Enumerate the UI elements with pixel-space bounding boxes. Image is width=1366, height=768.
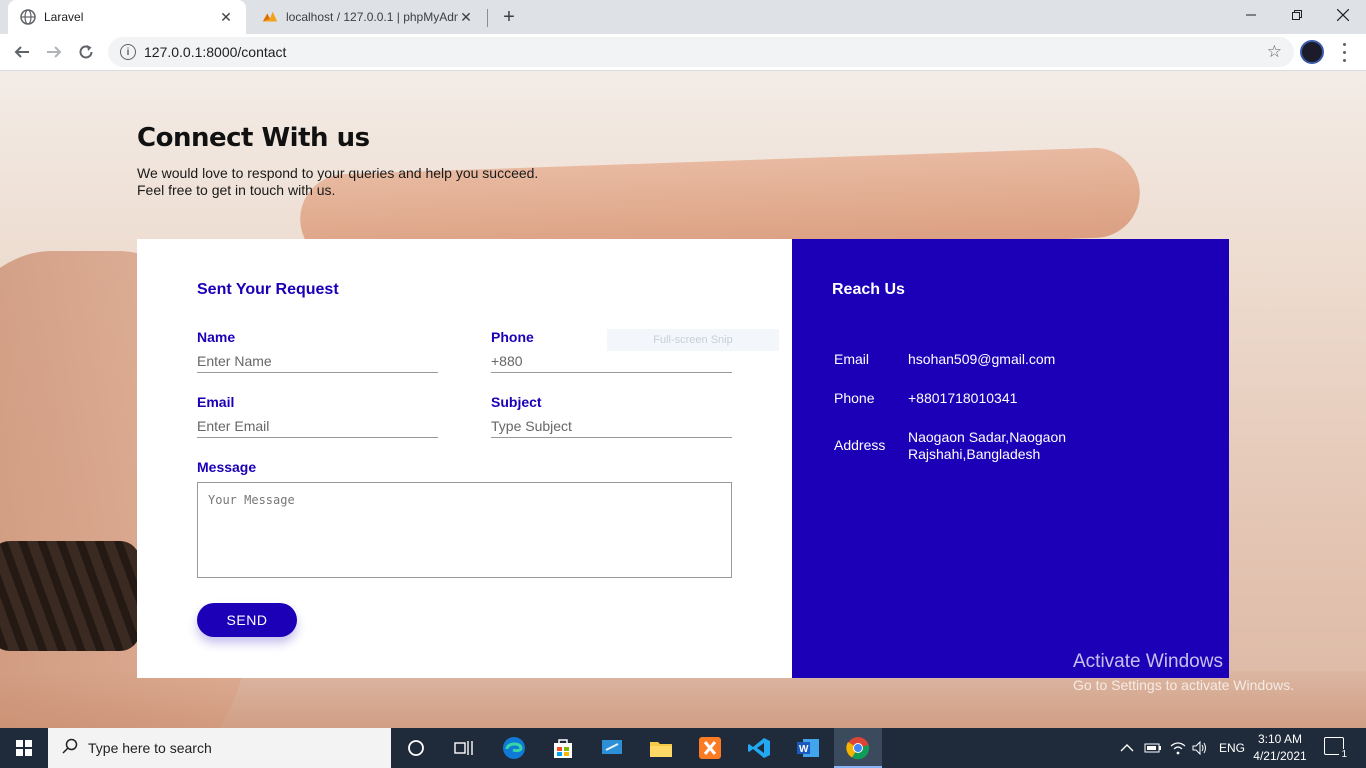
name-label: Name: [197, 329, 236, 345]
reach-email-label: Email: [834, 351, 870, 367]
notification-center-icon[interactable]: 1: [1324, 737, 1349, 760]
reach-phone-value: +8801718010341: [908, 390, 1018, 406]
windows-logo-icon: [16, 740, 32, 756]
windows-taskbar: Type here to search W ENG 3:10 AM 4/21/2…: [0, 728, 1366, 768]
battery-icon[interactable]: [1144, 728, 1162, 768]
address-line: Rajshahi,Bangladesh: [908, 446, 1041, 462]
store-icon[interactable]: [547, 732, 579, 764]
svg-text:W: W: [799, 744, 809, 755]
url-text: 127.0.0.1:8000/contact: [144, 44, 287, 60]
taskbar-search[interactable]: Type here to search: [48, 728, 391, 768]
subject-label: Subject: [491, 394, 542, 410]
email-input[interactable]: [197, 414, 438, 438]
cortana-icon[interactable]: [400, 732, 432, 764]
tab-close-icon[interactable]: ✕: [218, 9, 234, 25]
snip-overlay: Full-screen Snip: [607, 329, 779, 351]
form-title: Sent Your Request: [197, 281, 339, 298]
remote-desktop-icon[interactable]: [596, 732, 628, 764]
globe-icon: [20, 9, 36, 25]
watermark-title: Activate Windows: [1073, 651, 1223, 672]
reach-address-label: Address: [834, 437, 886, 453]
tab-separator: [487, 9, 488, 27]
start-button[interactable]: [0, 728, 48, 768]
reach-phone-label: Phone: [834, 390, 875, 406]
reach-email-value: hsohan509@gmail.com: [908, 351, 1056, 367]
phpmyadmin-icon: [262, 9, 278, 25]
edge-icon[interactable]: [498, 732, 530, 764]
background-bracelet: [0, 541, 140, 651]
tab-laravel[interactable]: Laravel ✕: [8, 0, 246, 34]
clock-date: 4/21/2021: [1253, 749, 1307, 763]
message-textarea[interactable]: [197, 482, 732, 578]
search-placeholder: Type here to search: [88, 740, 212, 756]
bookmark-star-icon[interactable]: ☆: [1267, 42, 1282, 62]
taskbar-clock[interactable]: 3:10 AM 4/21/2021: [1248, 731, 1312, 765]
back-button[interactable]: [8, 38, 36, 66]
email-label: Email: [197, 394, 235, 410]
browser-menu-icon[interactable]: [1338, 40, 1350, 64]
wifi-icon[interactable]: [1170, 728, 1186, 768]
profile-avatar-icon[interactable]: [1300, 40, 1324, 64]
contact-page: Connect With us We would love to respond…: [0, 71, 1366, 728]
tab-title: Laravel: [44, 10, 84, 24]
minimize-button[interactable]: [1228, 0, 1274, 30]
contact-form-card: Sent Your Request Name Phone Full-screen…: [137, 239, 792, 678]
reach-address-value: Naogaon Sadar,Naogaon Rajshahi,Banglades…: [908, 429, 1066, 463]
intro-line: We would love to respond to your queries…: [137, 165, 539, 181]
forward-button[interactable]: [40, 38, 68, 66]
vscode-icon[interactable]: [743, 732, 775, 764]
intro-line: Feel free to get in touch with us.: [137, 182, 336, 198]
name-input[interactable]: [197, 349, 438, 373]
task-view-icon[interactable]: [448, 732, 480, 764]
xampp-icon[interactable]: [694, 732, 726, 764]
volume-icon[interactable]: [1192, 728, 1208, 768]
show-hidden-icons[interactable]: [1120, 728, 1134, 768]
address-line: Naogaon Sadar,Naogaon: [908, 429, 1067, 445]
new-tab-button[interactable]: +: [498, 6, 520, 28]
tab-phpmyadmin[interactable]: localhost / 127.0.0.1 | phpMyAdm ✕: [250, 0, 486, 34]
send-button[interactable]: SEND: [197, 603, 297, 637]
reach-us-card: Reach Us Email hsohan509@gmail.com Phone…: [792, 239, 1229, 678]
close-window-button[interactable]: [1320, 0, 1366, 30]
search-icon: [62, 738, 78, 759]
browser-toolbar: i 127.0.0.1:8000/contact ☆: [0, 34, 1366, 71]
intro-text: We would love to respond to your queries…: [137, 165, 538, 199]
tab-close-icon[interactable]: ✕: [458, 9, 474, 25]
page-title: Connect With us: [137, 123, 370, 153]
notification-count: 1: [1339, 749, 1349, 760]
chrome-icon[interactable]: [842, 732, 874, 764]
tab-title: localhost / 127.0.0.1 | phpMyAdm: [286, 10, 458, 24]
site-info-icon[interactable]: i: [120, 44, 136, 60]
message-label: Message: [197, 459, 257, 475]
subject-input[interactable]: [491, 414, 732, 438]
watermark-subtitle: Go to Settings to activate Windows.: [1073, 677, 1294, 693]
clock-time: 3:10 AM: [1257, 732, 1303, 746]
file-explorer-icon[interactable]: [645, 732, 677, 764]
browser-tab-bar: Laravel ✕ localhost / 127.0.0.1 | phpMyA…: [0, 0, 1366, 34]
phone-input[interactable]: [491, 349, 732, 373]
language-indicator[interactable]: ENG: [1219, 728, 1245, 768]
restore-button[interactable]: [1274, 0, 1320, 30]
activate-windows-watermark: Activate Windows Go to Settings to activ…: [1073, 651, 1294, 693]
address-bar[interactable]: i 127.0.0.1:8000/contact ☆: [108, 37, 1294, 67]
reload-button[interactable]: [72, 38, 100, 66]
word-icon[interactable]: W: [792, 732, 824, 764]
phone-label: Phone: [491, 329, 534, 345]
reach-title: Reach Us: [832, 281, 905, 298]
